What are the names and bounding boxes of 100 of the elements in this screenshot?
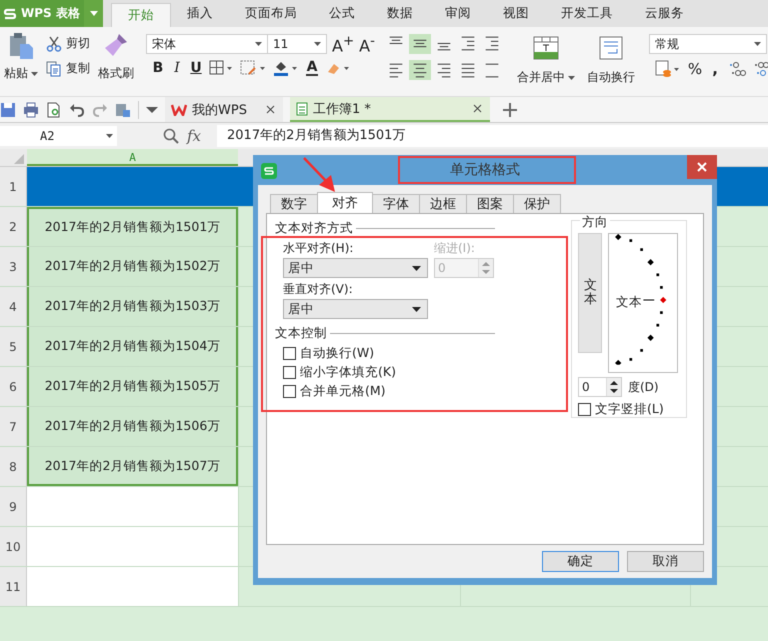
close-icon bbox=[697, 162, 707, 172]
checkbox[interactable] bbox=[283, 346, 296, 360]
dialog-tab[interactable]: 数字 bbox=[270, 194, 318, 213]
checkbox[interactable] bbox=[283, 366, 296, 378]
row-header[interactable]: 6 bbox=[0, 367, 27, 406]
comma-button[interactable]: , bbox=[709, 61, 722, 77]
row-header[interactable]: 4 bbox=[0, 287, 27, 326]
checkbox-option[interactable]: 缩小字体填充(K) bbox=[275, 364, 495, 380]
italic-button[interactable]: I bbox=[171, 60, 183, 76]
increase-decimal-icon[interactable] bbox=[728, 61, 746, 77]
horizontal-align-dropdown[interactable]: 居中 bbox=[283, 258, 428, 278]
number-format-dropdown[interactable]: 常规 bbox=[648, 34, 767, 54]
vertical-text-button[interactable]: 文本 bbox=[578, 233, 602, 353]
print-icon[interactable] bbox=[23, 102, 39, 118]
caret-icon bbox=[106, 134, 113, 138]
format-painter-button[interactable]: 格式刷 bbox=[96, 30, 136, 82]
row-header[interactable]: 10 bbox=[0, 527, 27, 566]
dialog-tab[interactable]: 保护 bbox=[513, 194, 561, 213]
group-title: 方向 bbox=[580, 214, 610, 231]
save-icon[interactable] bbox=[0, 102, 16, 118]
dialog-title: 单元格格式 bbox=[450, 161, 520, 179]
copy-icon bbox=[46, 60, 62, 76]
function-label[interactable]: fx bbox=[187, 127, 209, 145]
dial-label: 文本 bbox=[616, 294, 642, 311]
caret-icon bbox=[412, 306, 421, 312]
degree-spinner[interactable]: 0 bbox=[578, 377, 622, 397]
table-cell: 2017年的2月销售额为1501万 bbox=[27, 207, 238, 246]
close-icon[interactable] bbox=[472, 104, 482, 113]
merge-center-button[interactable]: 合并居中 bbox=[512, 34, 579, 86]
search-icon[interactable] bbox=[163, 128, 179, 144]
row-header[interactable]: 8 bbox=[0, 447, 27, 486]
close-button[interactable] bbox=[687, 155, 717, 179]
row-header[interactable]: 5 bbox=[0, 327, 27, 366]
close-icon[interactable] bbox=[266, 105, 275, 114]
orientation-dial[interactable]: 文本 bbox=[608, 233, 678, 373]
ribbon-tab[interactable]: 审阅 bbox=[429, 0, 487, 27]
shrink-font-button[interactable]: A$^{-}$ bbox=[359, 34, 375, 54]
checkbox[interactable] bbox=[283, 384, 296, 398]
table-cell: 2017年的2月销售额为1507万 bbox=[27, 447, 238, 486]
dialog-tab[interactable]: 图案 bbox=[466, 194, 514, 213]
dialog-tab[interactable]: 对齐 bbox=[317, 192, 373, 213]
align-button[interactable] bbox=[408, 60, 431, 80]
caret-icon[interactable] bbox=[146, 106, 158, 114]
ribbon-tab[interactable]: 开发工具 bbox=[545, 0, 629, 27]
underline-button[interactable]: U bbox=[190, 60, 202, 76]
clipboard-icon[interactable] bbox=[115, 102, 131, 118]
table-cell: 2017年的2月销售额为1503万 bbox=[27, 287, 238, 326]
document-tab[interactable]: 工作簿1 * bbox=[290, 97, 490, 122]
ribbon-tab[interactable]: 公式 bbox=[313, 0, 371, 27]
row-header[interactable]: 2 bbox=[0, 207, 27, 246]
dialog-button[interactable]: 确定 bbox=[542, 551, 619, 572]
cell-style-icon[interactable] bbox=[240, 60, 266, 76]
fill-color-icon[interactable] bbox=[273, 60, 299, 76]
currency-icon[interactable] bbox=[654, 60, 681, 78]
name-box[interactable]: A2 bbox=[0, 126, 117, 146]
ribbon-tab[interactable]: 数据 bbox=[371, 0, 429, 27]
dialog-tab[interactable]: 字体 bbox=[372, 194, 420, 213]
table-cell: 2017年的2月销售额为1502万 bbox=[27, 247, 238, 286]
app-dropdown-button[interactable] bbox=[84, 0, 103, 27]
caret-icon bbox=[31, 72, 38, 76]
cut-button[interactable]: 剪切 bbox=[46, 35, 90, 52]
row-header[interactable]: 7 bbox=[0, 407, 27, 446]
row-header[interactable]: 1 bbox=[0, 167, 27, 206]
row-header[interactable]: 9 bbox=[0, 487, 27, 526]
font-name-dropdown[interactable]: 宋体 bbox=[146, 34, 268, 54]
dialog-button[interactable]: 取消 bbox=[627, 551, 704, 572]
add-tab-icon[interactable] bbox=[502, 102, 517, 116]
column-header[interactable]: A bbox=[27, 149, 238, 166]
document-tab[interactable]: 我的WPS bbox=[165, 97, 283, 122]
checkbox-option[interactable]: 自动换行(W) bbox=[275, 345, 495, 361]
print-preview-icon[interactable] bbox=[46, 102, 62, 118]
percent-button[interactable]: % bbox=[688, 61, 702, 77]
checkbox[interactable] bbox=[578, 402, 591, 416]
section-label: 文本控制 bbox=[275, 325, 327, 342]
ribbon-tab[interactable]: 插入 bbox=[171, 0, 229, 27]
borders-icon[interactable] bbox=[209, 60, 233, 76]
checkbox-option[interactable]: 合并单元格(M) bbox=[275, 383, 495, 399]
dialog-tab[interactable]: 边框 bbox=[419, 194, 467, 213]
checkbox-option[interactable]: 文字竖排(L) bbox=[578, 401, 680, 417]
formula-field[interactable]: 2017年的2月销售额为1501万 bbox=[217, 125, 768, 147]
scissors-icon bbox=[46, 36, 62, 52]
font-size-dropdown[interactable]: 11 bbox=[267, 34, 327, 54]
section-label: 文本对齐方式 bbox=[275, 220, 353, 237]
row-header[interactable]: 3 bbox=[0, 247, 27, 286]
bold-button[interactable]: B bbox=[152, 60, 164, 76]
row-header[interactable]: 11 bbox=[0, 567, 27, 606]
ribbon-tab[interactable]: 开始 bbox=[111, 3, 171, 27]
ribbon-tab[interactable]: 云服务 bbox=[629, 0, 700, 27]
undo-icon[interactable] bbox=[69, 102, 85, 118]
ribbon-tab[interactable]: 页面布局 bbox=[229, 0, 313, 27]
ribbon-tab[interactable]: 视图 bbox=[487, 0, 545, 27]
decrease-decimal-icon[interactable] bbox=[753, 61, 768, 77]
wrap-text-button[interactable]: 自动换行 bbox=[582, 34, 639, 86]
font-color-button[interactable]: A bbox=[306, 60, 318, 76]
vertical-align-dropdown[interactable]: 居中 bbox=[283, 299, 428, 319]
grow-font-button[interactable]: A$^{+}$ bbox=[332, 34, 354, 54]
paste-button[interactable]: 粘贴 bbox=[2, 30, 40, 82]
align-button[interactable] bbox=[408, 34, 431, 54]
copy-button[interactable]: 复制 bbox=[46, 60, 90, 77]
wrap-text-icon bbox=[598, 36, 623, 60]
